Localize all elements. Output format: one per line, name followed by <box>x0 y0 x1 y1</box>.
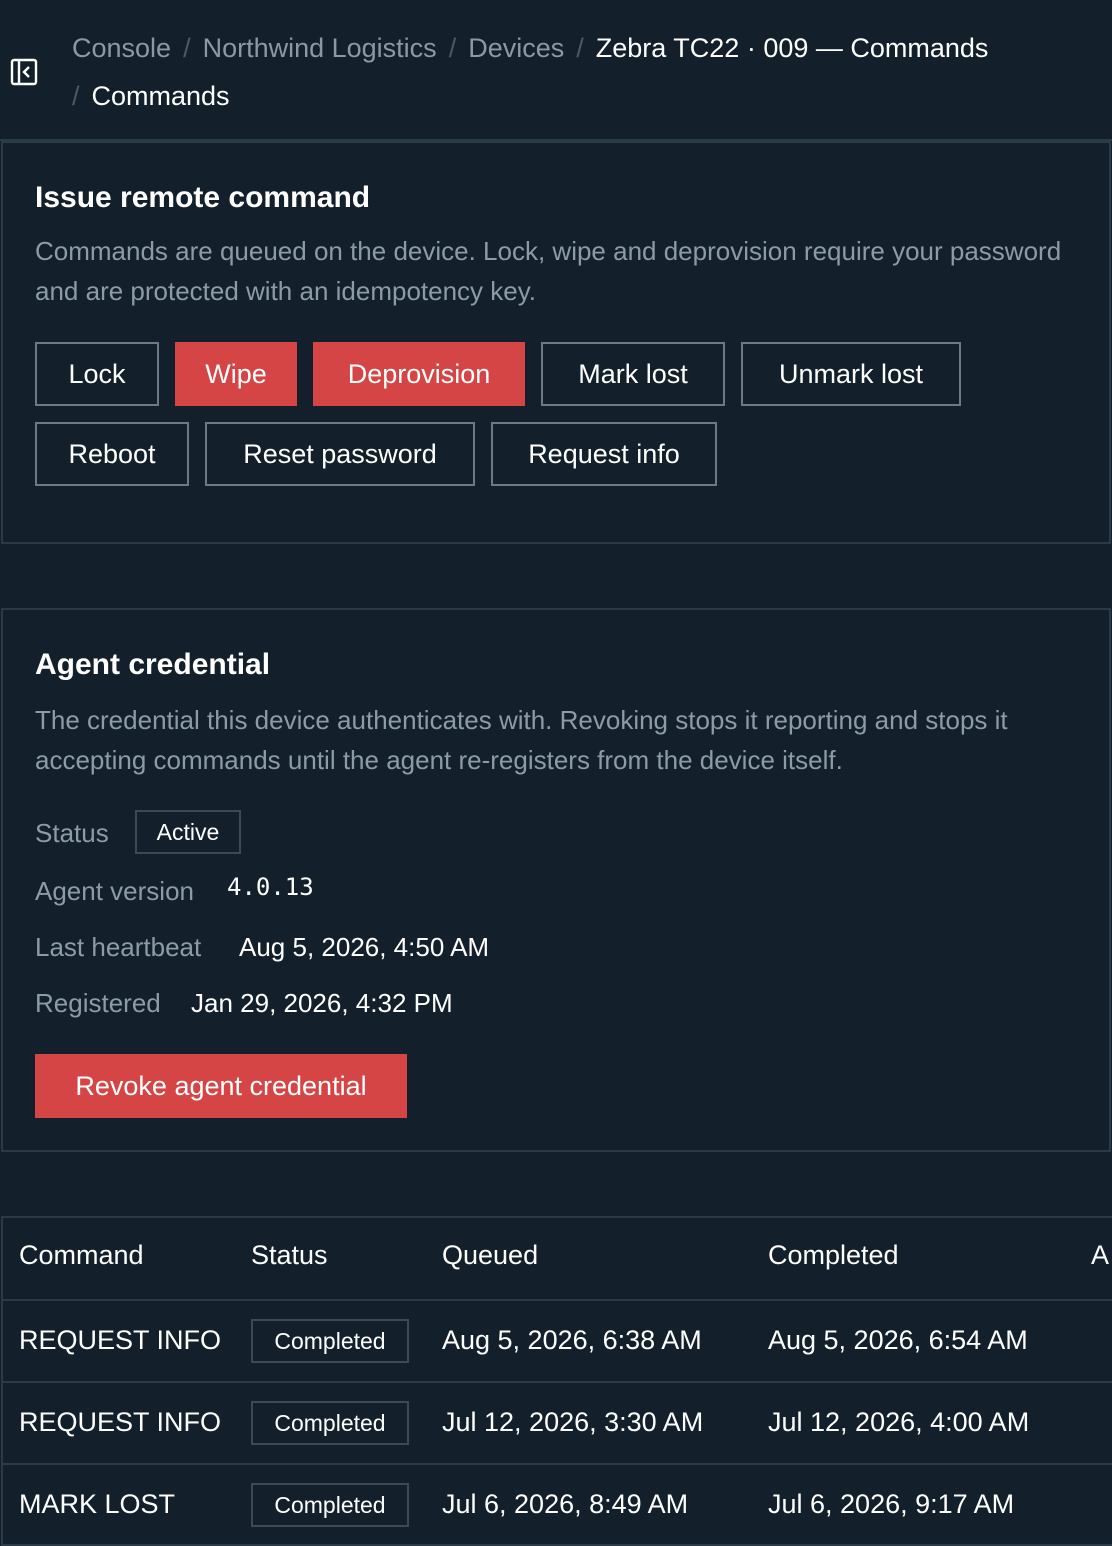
request-info-button[interactable]: Request info <box>491 422 717 486</box>
sidebar-toggle-icon[interactable] <box>10 58 38 86</box>
status-badge: Completed <box>251 1483 409 1527</box>
command-history-table: Command Status Queued Completed A REQUES… <box>1 1216 1112 1546</box>
status-badge: Completed <box>251 1319 409 1363</box>
column-header-status[interactable]: Status <box>251 1240 328 1271</box>
column-header-completed[interactable]: Completed <box>768 1240 899 1271</box>
table-row[interactable]: MARK LOST Completed Jul 6, 2026, 8:49 AM… <box>3 1463 1112 1545</box>
breadcrumb: Console / Northwind Logistics / Devices / Zebr… <box>72 24 1072 120</box>
registered-label: Registered <box>35 988 161 1018</box>
unmark-lost-button[interactable]: Unmark lost <box>741 342 961 406</box>
breadcrumb-device[interactable]: Zebra TC22 · 009 — Commands <box>596 33 989 63</box>
breadcrumb-separator: / <box>448 33 457 63</box>
remote-command-title: Issue remote command <box>35 181 371 214</box>
agent-credential-description: The credential this device authenticates… <box>35 705 1008 775</box>
reset-password-button[interactable]: Reset password <box>205 422 475 486</box>
status-label: Status <box>35 818 109 848</box>
column-header-truncated[interactable]: A <box>1091 1240 1109 1271</box>
breadcrumb-current: Commands <box>91 81 230 111</box>
queued-cell: Jul 6, 2026, 8:49 AM <box>442 1489 689 1519</box>
wipe-button[interactable]: Wipe <box>175 342 297 406</box>
agent-version-value: 4.0.13 <box>227 873 314 901</box>
breadcrumb-organization[interactable]: Northwind Logistics <box>203 33 437 63</box>
remote-command-panel: Issue remote command Commands are queued… <box>1 141 1111 544</box>
last-heartbeat-label: Last heartbeat <box>35 932 202 962</box>
mark-lost-button[interactable]: Mark lost <box>541 342 725 406</box>
table-row[interactable]: REQUEST INFO Completed Aug 5, 2026, 6:38… <box>3 1299 1112 1381</box>
breadcrumb-console[interactable]: Console <box>72 33 171 63</box>
column-header-queued[interactable]: Queued <box>442 1240 538 1271</box>
remote-command-description: Commands are queued on the device. Lock,… <box>35 236 1062 306</box>
top-bar: Console / Northwind Logistics / Devices / Zebr… <box>0 0 1112 141</box>
completed-cell: Jul 12, 2026, 4:00 AM <box>768 1407 1030 1437</box>
command-cell: REQUEST INFO <box>19 1407 222 1437</box>
last-heartbeat-value: Aug 5, 2026, 4:50 AM <box>239 932 490 962</box>
agent-version-label: Agent version <box>35 876 194 906</box>
breadcrumb-separator: / <box>183 33 191 63</box>
agent-credential-panel: Agent credential The credential this dev… <box>1 608 1111 1152</box>
status-badge: Completed <box>251 1401 409 1445</box>
deprovision-button[interactable]: Deprovision <box>313 342 525 406</box>
breadcrumb-separator: / <box>72 81 80 111</box>
table-row[interactable]: REQUEST INFO Completed Jul 12, 2026, 3:3… <box>3 1381 1112 1463</box>
lock-button[interactable]: Lock <box>35 342 159 406</box>
column-header-command[interactable]: Command <box>19 1240 144 1271</box>
reboot-button[interactable]: Reboot <box>35 422 189 486</box>
command-cell: MARK LOST <box>19 1489 176 1519</box>
breadcrumb-devices[interactable]: Devices <box>468 33 564 63</box>
breadcrumb-separator: / <box>576 33 584 63</box>
completed-cell: Jul 6, 2026, 9:17 AM <box>768 1489 1015 1519</box>
status-badge: Active <box>135 810 241 854</box>
completed-cell: Aug 5, 2026, 6:54 AM <box>768 1325 1028 1355</box>
queued-cell: Aug 5, 2026, 6:38 AM <box>442 1325 702 1355</box>
registered-value: Jan 29, 2026, 4:32 PM <box>191 988 453 1018</box>
command-cell: REQUEST INFO <box>19 1325 222 1355</box>
agent-credential-title: Agent credential <box>35 648 271 681</box>
queued-cell: Jul 12, 2026, 3:30 AM <box>442 1407 704 1437</box>
revoke-credential-button[interactable]: Revoke agent credential <box>35 1054 407 1118</box>
